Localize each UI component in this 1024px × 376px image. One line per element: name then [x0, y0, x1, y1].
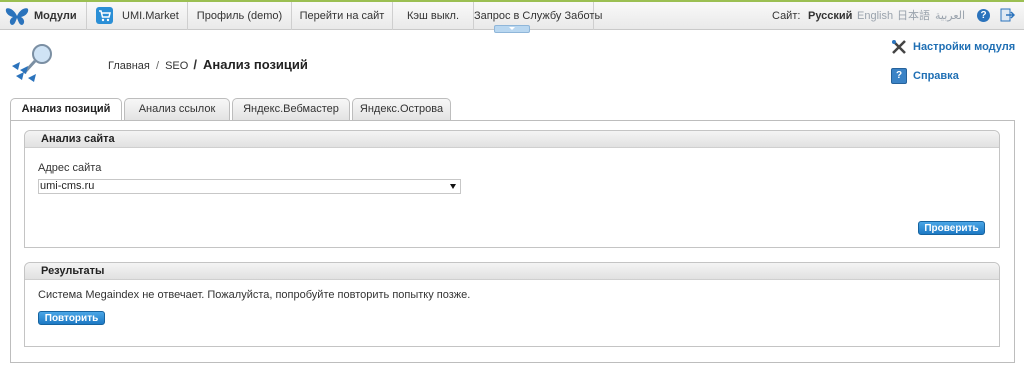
help-book-icon: ? [891, 68, 907, 84]
panel-title: Результаты [25, 263, 999, 280]
chevron-down-icon [450, 184, 456, 189]
profile-link[interactable]: Профиль (demo) [188, 2, 292, 30]
tools-icon [892, 40, 906, 54]
breadcrumb: Главная / SEO / Анализ позиций [108, 57, 308, 72]
module-settings-label: Настройки модуля [913, 41, 1016, 53]
panel-title: Анализ сайта [25, 131, 999, 148]
seo-logo-icon [12, 44, 52, 82]
lang-russian[interactable]: Русский [808, 2, 852, 30]
help-link[interactable]: ? Справка [891, 68, 959, 84]
market-label: UMI.Market [122, 10, 179, 22]
help-label: Справка [913, 70, 959, 82]
tab-content: Анализ сайта Адрес сайта umi-cms.ru Пров… [10, 120, 1015, 363]
tab-link-analysis[interactable]: Анализ ссылок [124, 98, 230, 120]
cart-icon [96, 7, 113, 24]
tab-yandex-islands[interactable]: Яндекс.Острова [352, 98, 451, 120]
lang-english[interactable]: English [857, 2, 893, 30]
breadcrumb-separator: / [155, 60, 159, 72]
tab-position-analysis[interactable]: Анализ позиций [10, 98, 122, 121]
site-address-value: umi-cms.ru [40, 180, 95, 192]
modules-menu-button[interactable]: Модули [0, 2, 87, 30]
site-label: Сайт: [772, 10, 801, 22]
tab-yandex-webmaster[interactable]: Яндекс.Вебмастер [232, 98, 350, 120]
lang-japanese[interactable]: 日本語 [897, 2, 930, 30]
check-button[interactable]: Проверить [918, 221, 985, 235]
module-settings-link[interactable]: Настройки модуля [891, 40, 1015, 54]
site-address-select[interactable]: umi-cms.ru [38, 179, 461, 194]
goto-site-link[interactable]: Перейти на сайт [292, 2, 393, 30]
cache-toggle[interactable]: Кэш выкл. [393, 2, 474, 30]
site-analysis-panel: Анализ сайта Адрес сайта umi-cms.ru Пров… [24, 130, 1000, 248]
results-message: Система Megaindex не отвечает. Пожалуйст… [38, 289, 471, 301]
support-request-link[interactable]: Запрос в Службу Заботы [474, 2, 602, 30]
lang-arabic[interactable]: العربية [935, 2, 965, 30]
breadcrumb-separator: / [193, 57, 197, 72]
breadcrumb-home[interactable]: Главная [108, 60, 150, 72]
site-address-label: Адрес сайта [38, 162, 102, 174]
butterfly-icon [5, 8, 29, 25]
modules-label: Модули [34, 10, 77, 22]
retry-button[interactable]: Повторить [38, 311, 105, 325]
results-panel: Результаты Система Megaindex не отвечает… [24, 262, 1000, 347]
breadcrumb-seo[interactable]: SEO [165, 60, 188, 72]
umi-market-button[interactable]: UMI.Market [87, 2, 188, 30]
top-menu-bar: Модули UMI.Market Профиль (demo) Перейти… [0, 0, 1024, 33]
exit-icon[interactable] [1000, 8, 1015, 22]
help-icon[interactable]: ? [977, 9, 990, 22]
chevron-down-icon[interactable] [494, 25, 530, 33]
page-title: Анализ позиций [203, 57, 308, 72]
